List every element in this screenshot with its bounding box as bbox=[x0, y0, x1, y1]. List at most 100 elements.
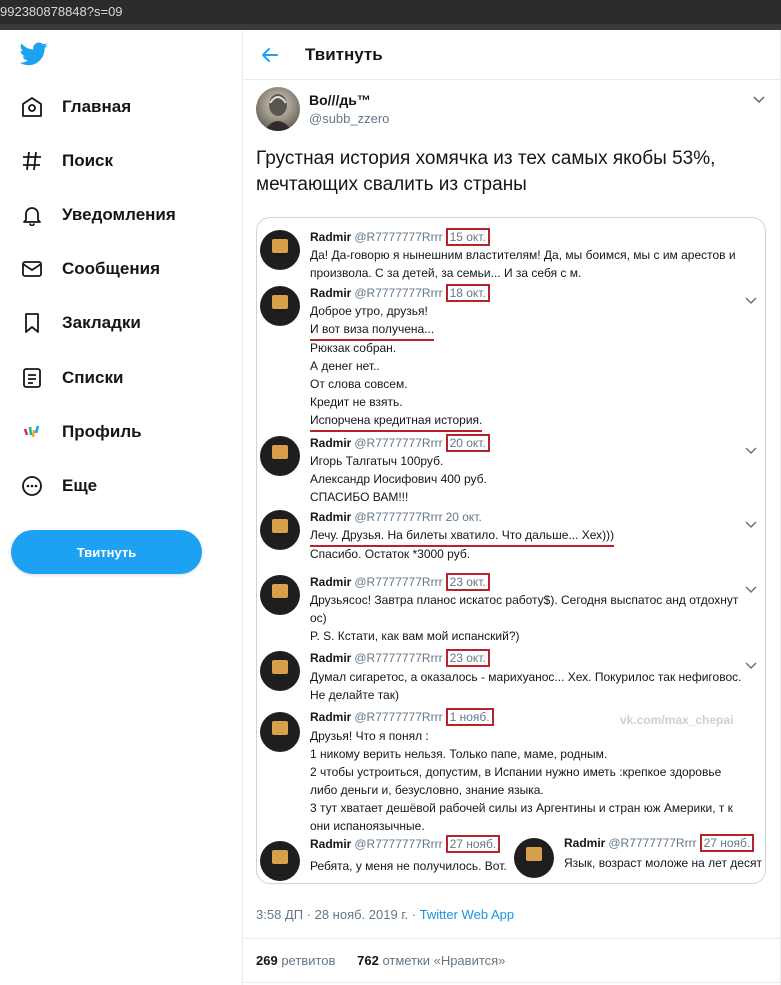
embedded-author-handle: @R7777777Rrrr bbox=[354, 651, 443, 665]
embedded-post-date: 23 окт. bbox=[445, 649, 490, 667]
embedded-post-date: 20 окт. bbox=[445, 510, 482, 524]
sidebar-item-label: Списки bbox=[62, 368, 124, 387]
divider bbox=[243, 938, 780, 939]
embedded-author-name: Radmir bbox=[310, 510, 352, 524]
sidebar-item-label: Уведомления bbox=[62, 205, 176, 224]
embedded-avatar bbox=[260, 575, 300, 615]
author-handle[interactable]: @subb_zzero bbox=[309, 111, 389, 126]
embedded-avatar bbox=[260, 712, 300, 752]
embedded-post-line: Не делайте так) bbox=[310, 688, 399, 702]
tweet-timestamp[interactable]: 3:58 ДП · 28 нояб. 2019 г. · bbox=[256, 907, 420, 922]
embedded-post-header: Radmir @R7777777Rrrr 20 окт. bbox=[310, 510, 482, 524]
embedded-post-line: От слова совсем. bbox=[310, 377, 408, 391]
url-text: 992380878848?s=09 bbox=[0, 4, 123, 19]
bookmark-icon bbox=[20, 311, 44, 335]
embedded-avatar bbox=[260, 230, 300, 270]
embedded-author-name: Radmir bbox=[310, 286, 352, 300]
chevron-down-icon bbox=[745, 292, 757, 305]
sidebar-item-notifications[interactable]: Уведомления bbox=[20, 195, 176, 235]
likes-stat[interactable]: 762 отметки «Нравится» bbox=[357, 953, 505, 968]
embedded-author-handle: @R7777777Rrrr bbox=[608, 836, 697, 850]
browser-url-bar[interactable]: 992380878848?s=09 bbox=[0, 0, 781, 24]
tweet-metadata: 3:58 ДП · 28 нояб. 2019 г. · Twitter Web… bbox=[256, 907, 514, 922]
bell-icon bbox=[20, 203, 44, 227]
tweet-media-image[interactable]: vk.com/max_chepai Radmir @R7777777Rrrr 15 … bbox=[256, 217, 766, 884]
embedded-author-handle: @R7777777Rrrr bbox=[354, 575, 443, 589]
sidebar-item-label: Поиск bbox=[62, 151, 114, 170]
embedded-post-line: ос) bbox=[310, 611, 327, 625]
envelope-icon bbox=[20, 257, 44, 281]
sidebar-item-more[interactable]: Еще bbox=[20, 466, 97, 506]
embedded-author-handle: @R7777777Rrrr bbox=[354, 230, 443, 244]
embedded-author-name: Radmir bbox=[310, 651, 352, 665]
embedded-post-line: И вот виза получена... bbox=[310, 320, 435, 341]
embedded-post-line: они испаноязычные. bbox=[310, 819, 425, 833]
sidebar-item-lists[interactable]: Списки bbox=[20, 358, 123, 398]
embedded-post-line: Александр Иосифович 400 руб. bbox=[310, 472, 487, 486]
embedded-post-line: Ребята, у меня не получилось. Вот. bbox=[310, 859, 507, 873]
likes-label: отметки «Нравится» bbox=[382, 953, 506, 968]
embedded-author-name: Radmir bbox=[310, 575, 352, 589]
chevron-down-icon[interactable] bbox=[752, 92, 766, 104]
embedded-author-handle: @R7777777Rrrr bbox=[354, 510, 443, 524]
embedded-post-line: А денег нет.. bbox=[310, 359, 380, 373]
embedded-post-header: Radmir @R7777777Rrrr 15 окт. bbox=[310, 228, 490, 246]
embedded-author-handle: @R7777777Rrrr bbox=[354, 837, 443, 851]
twitter-logo-icon[interactable] bbox=[19, 42, 48, 66]
embedded-post-header: Radmir @R7777777Rrrr 23 окт. bbox=[310, 649, 490, 667]
embedded-post-line: Кредит не взять. bbox=[310, 395, 403, 409]
sidebar-item-bookmarks[interactable]: Закладки bbox=[20, 303, 141, 343]
embedded-post-line: P. S. Кстати, как вам мой испанский?) bbox=[310, 629, 520, 643]
divider bbox=[243, 982, 780, 983]
watermark: vk.com/max_chepai bbox=[620, 713, 734, 727]
compose-tweet-button[interactable]: Твитнуть bbox=[11, 530, 202, 574]
embedded-post-line: Спасибо. Остаток *3000 руб. bbox=[310, 547, 471, 561]
tweet-source-link[interactable]: Twitter Web App bbox=[420, 907, 514, 922]
tweet-stats: 269 ретвитов 762 отметки «Нравится» bbox=[256, 953, 505, 968]
sidebar-item-home[interactable]: Главная bbox=[20, 87, 131, 127]
embedded-post-line: Лечу. Друзья. На билеты хватило. Что дал… bbox=[310, 526, 615, 547]
likes-count: 762 bbox=[357, 953, 379, 968]
left-sidebar: Главная Поиск Уведомления Сообщения Закл… bbox=[0, 30, 242, 985]
embedded-post: Radmir @R7777777Rrrr 27 нояб. Язык, возрас… bbox=[511, 830, 765, 883]
sidebar-item-label: Главная bbox=[62, 97, 132, 116]
sidebar-item-profile[interactable]: Профиль bbox=[20, 412, 142, 452]
embedded-post-header: Radmir @R7777777Rrrr 27 нояб. bbox=[564, 834, 755, 852]
embedded-avatar bbox=[260, 651, 300, 691]
embedded-post-line: либо деньги и, безусловно, знание языка. bbox=[310, 783, 544, 797]
embedded-post-line: Доброе утро, друзья! bbox=[310, 304, 428, 318]
sidebar-item-label: Еще bbox=[62, 476, 98, 495]
author-avatar[interactable] bbox=[256, 87, 300, 131]
embedded-post-header: Radmir @R7777777Rrrr 27 нояб. bbox=[310, 835, 501, 853]
embedded-post-header: Radmir @R7777777Rrrr 20 окт. bbox=[310, 434, 490, 452]
embedded-post-line: Игорь Талгатыч 100руб. bbox=[310, 454, 444, 468]
embedded-post-line: 1 никому верить нельзя. Только папе, мам… bbox=[310, 747, 608, 761]
page-title: Твитнуть bbox=[305, 45, 383, 64]
embedded-author-name: Radmir bbox=[310, 710, 352, 724]
sidebar-item-messages[interactable]: Сообщения bbox=[20, 249, 160, 289]
embedded-author-name: Radmir bbox=[310, 837, 352, 851]
retweets-label: ретвитов bbox=[281, 953, 336, 968]
embedded-post-date: 20 окт. bbox=[445, 434, 490, 452]
chevron-down-icon bbox=[745, 581, 757, 594]
embedded-avatar bbox=[260, 510, 300, 550]
embedded-post-line: 3 тут хватает дешёвой рабочей силы из Ар… bbox=[310, 801, 733, 815]
sidebar-item-label: Закладки bbox=[62, 313, 141, 332]
sidebar-item-label: Профиль bbox=[62, 422, 142, 441]
embedded-post-line: 2 чтобы устроиться, допустим, в Испании … bbox=[310, 765, 722, 779]
embedded-post-line: Испорчена кредитная история. bbox=[310, 411, 483, 432]
back-arrow-icon[interactable] bbox=[259, 44, 281, 66]
embedded-post-line: произвола. С за детей, за семьи... И за … bbox=[310, 266, 582, 280]
embedded-avatar bbox=[260, 436, 300, 476]
embedded-post-date: 15 окт. bbox=[445, 228, 490, 246]
author-name[interactable]: Во///дь™ bbox=[309, 92, 371, 108]
home-icon bbox=[20, 95, 44, 119]
sidebar-item-search[interactable]: Поиск bbox=[20, 141, 113, 181]
embedded-post-header: Radmir @R7777777Rrrr 1 нояб. bbox=[310, 708, 494, 726]
embedded-author-name: Radmir bbox=[310, 436, 352, 450]
embedded-author-name: Radmir bbox=[310, 230, 352, 244]
column-divider bbox=[242, 30, 243, 985]
embedded-post-line: Друзья! Что я понял : bbox=[310, 729, 429, 743]
retweets-stat[interactable]: 269 ретвитов bbox=[256, 953, 335, 968]
embedded-post-line: СПАСИБО ВАМ!!! bbox=[310, 490, 409, 504]
